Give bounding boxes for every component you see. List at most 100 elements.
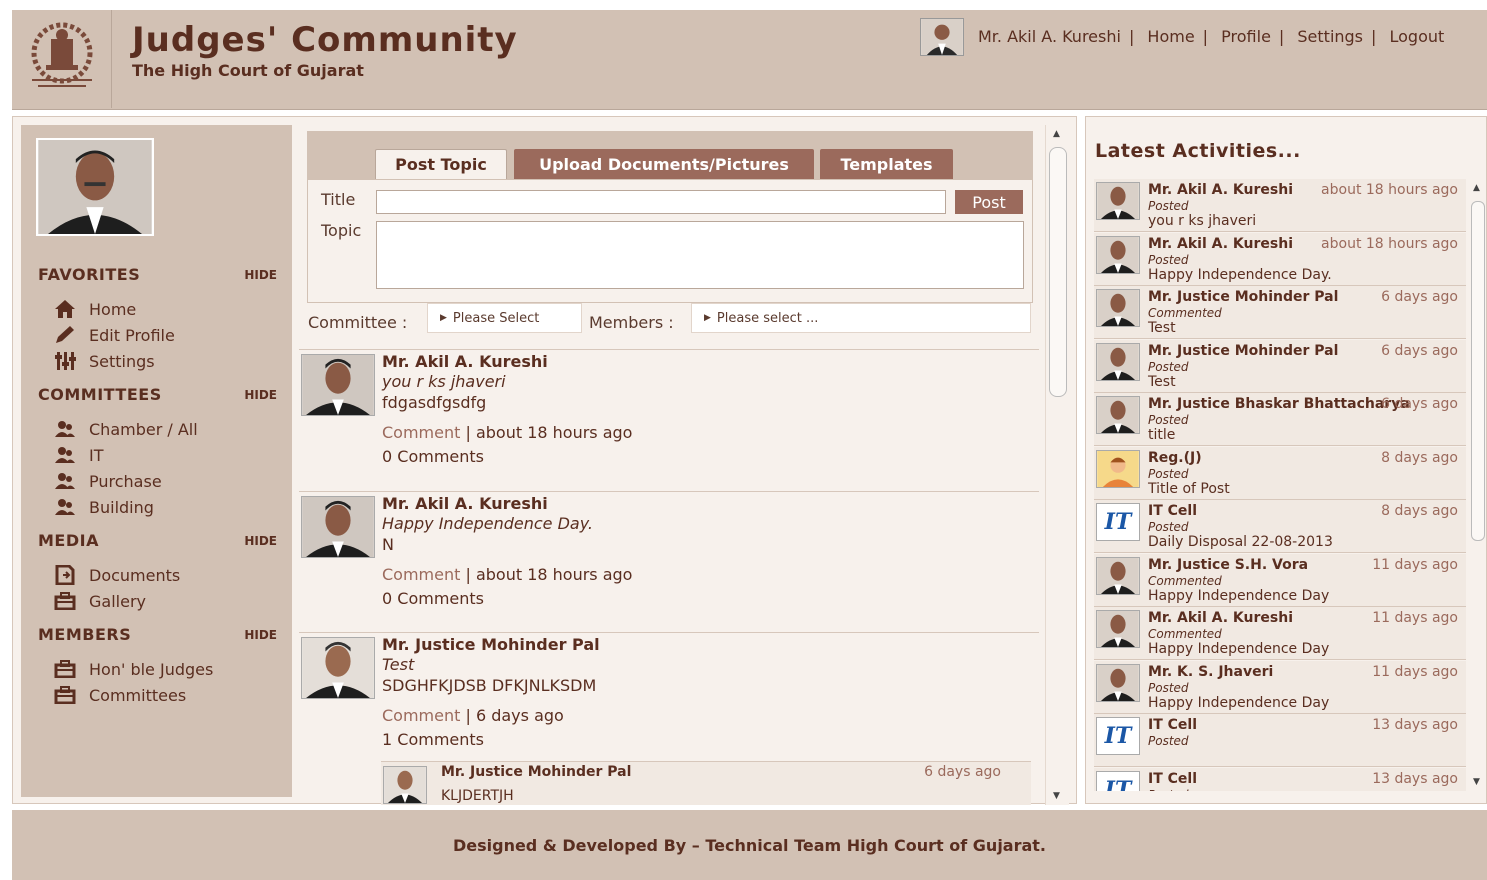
activity-avatar[interactable]: IT bbox=[1096, 503, 1140, 541]
sidebar-item-label: Edit Profile bbox=[89, 325, 175, 345]
activity-avatar[interactable] bbox=[1096, 235, 1140, 274]
activity-avatar[interactable] bbox=[1096, 289, 1140, 327]
committee-select[interactable]: ▶ Please Select bbox=[427, 303, 582, 333]
nav-profile-link[interactable]: Profile bbox=[1221, 27, 1271, 46]
sidebar-item-building[interactable]: Building bbox=[53, 497, 154, 517]
sidebar-item-honble-judges[interactable]: Hon' ble Judges bbox=[53, 659, 213, 679]
activity-name[interactable]: IT Cell bbox=[1148, 503, 1197, 519]
activity-item[interactable]: Reg.(J) 8 days ago Posted Title of Post bbox=[1094, 446, 1466, 500]
author-avatar[interactable] bbox=[301, 496, 375, 558]
nav-settings-link[interactable]: Settings bbox=[1297, 27, 1363, 46]
members-label: Members : bbox=[589, 313, 674, 332]
title-label: Title bbox=[321, 190, 356, 209]
members-heading: MEMBERS bbox=[38, 625, 132, 644]
activity-name[interactable]: Mr. Akil A. Kureshi bbox=[1148, 182, 1293, 198]
activity-item[interactable]: Mr. K. S. Jhaveri 11 days ago Posted Happy … bbox=[1094, 660, 1466, 714]
users-icon bbox=[53, 497, 77, 517]
users-icon bbox=[53, 419, 77, 439]
activity-avatar[interactable] bbox=[1096, 610, 1140, 648]
activity-item[interactable]: Mr. Akil A. Kureshi about 18 hours ago Pos… bbox=[1094, 232, 1466, 286]
members-hide-toggle[interactable]: HIDE bbox=[244, 628, 277, 642]
topic-textarea[interactable] bbox=[376, 221, 1024, 289]
reply-avatar[interactable] bbox=[383, 766, 427, 804]
activity-name[interactable]: IT Cell bbox=[1148, 771, 1197, 787]
activity-name[interactable]: Mr. K. S. Jhaveri bbox=[1148, 664, 1273, 680]
activity-name[interactable]: Mr. Justice Bhaskar Bhattacharya bbox=[1148, 396, 1410, 412]
activity-name[interactable]: Mr. Akil A. Kureshi bbox=[1148, 610, 1293, 626]
activity-item[interactable]: Mr. Justice S.H. Vora 11 days ago Commente… bbox=[1094, 553, 1466, 607]
post-author[interactable]: Mr. Justice Mohinder Pal bbox=[382, 635, 600, 654]
activity-avatar[interactable] bbox=[1096, 396, 1140, 434]
profile-photo[interactable] bbox=[36, 138, 154, 236]
post-button[interactable]: Post bbox=[955, 190, 1023, 214]
scroll-down-icon[interactable]: ▼ bbox=[1473, 777, 1480, 787]
author-avatar[interactable] bbox=[301, 354, 375, 416]
author-avatar[interactable] bbox=[301, 637, 375, 699]
committees-hide-toggle[interactable]: HIDE bbox=[244, 388, 277, 402]
post-body: fdgasdfgsdfg bbox=[382, 393, 487, 412]
sidebar-item-documents[interactable]: Documents bbox=[53, 565, 180, 585]
activity-item[interactable]: Mr. Akil A. Kureshi about 18 hours ago Pos… bbox=[1094, 179, 1466, 232]
feed-scrollbar[interactable]: ▲ ▼ bbox=[1045, 125, 1069, 805]
comment-count[interactable]: 0 Comments bbox=[382, 589, 484, 608]
sidebar-item-settings[interactable]: Settings bbox=[53, 351, 155, 371]
sidebar-item-label: Home bbox=[89, 299, 137, 319]
sidebar-item-committees[interactable]: Committees bbox=[53, 685, 186, 705]
comment-link[interactable]: Comment bbox=[382, 706, 460, 725]
activity-name[interactable]: Mr. Akil A. Kureshi bbox=[1148, 236, 1293, 252]
activity-item[interactable]: Mr. Justice Bhaskar Bhattacharya 6 days a… bbox=[1094, 393, 1466, 446]
activity-avatar[interactable] bbox=[1096, 342, 1140, 381]
activity-avatar[interactable] bbox=[1096, 182, 1140, 220]
activity-item[interactable]: Mr. Justice Mohinder Pal 6 days ago Commen… bbox=[1094, 286, 1466, 339]
scroll-thumb[interactable] bbox=[1049, 147, 1067, 397]
user-avatar[interactable] bbox=[920, 18, 964, 56]
activity-avatar[interactable] bbox=[1096, 449, 1140, 488]
tab-templates[interactable]: Templates bbox=[820, 149, 953, 179]
activity-item[interactable]: IT IT Cell 13 days ago Posted bbox=[1094, 714, 1466, 767]
tab-upload-documents[interactable]: Upload Documents/Pictures bbox=[514, 149, 814, 179]
activity-avatar[interactable] bbox=[1096, 556, 1140, 595]
activity-item[interactable]: IT IT Cell 13 days ago Posted bbox=[1094, 767, 1466, 791]
activity-item[interactable]: IT IT Cell 8 days ago Posted Daily Disposal … bbox=[1094, 500, 1466, 553]
activity-time: 13 days ago bbox=[1372, 770, 1458, 787]
activity-avatar[interactable]: IT bbox=[1096, 717, 1140, 755]
favorites-hide-toggle[interactable]: HIDE bbox=[244, 268, 277, 282]
scroll-up-icon[interactable]: ▲ bbox=[1053, 129, 1060, 139]
activity-avatar[interactable] bbox=[1096, 663, 1140, 702]
activity-name[interactable]: Mr. Justice S.H. Vora bbox=[1148, 557, 1308, 573]
activity-item[interactable]: Mr. Justice Mohinder Pal 6 days ago Posted… bbox=[1094, 339, 1466, 393]
activity-item[interactable]: Mr. Akil A. Kureshi 11 days ago Commented H… bbox=[1094, 607, 1466, 660]
nav-home-link[interactable]: Home bbox=[1147, 27, 1194, 46]
sidebar-item-it[interactable]: IT bbox=[53, 445, 104, 465]
tab-post-topic[interactable]: Post Topic bbox=[375, 149, 507, 179]
nav-logout-link[interactable]: Logout bbox=[1390, 27, 1445, 46]
activity-avatar[interactable]: IT bbox=[1096, 770, 1140, 791]
activity-name[interactable]: Mr. Justice Mohinder Pal bbox=[1148, 343, 1338, 359]
reply-author[interactable]: Mr. Justice Mohinder Pal bbox=[441, 764, 631, 780]
activity-name[interactable]: Mr. Justice Mohinder Pal bbox=[1148, 289, 1338, 305]
sidebar-item-edit-profile[interactable]: Edit Profile bbox=[53, 325, 175, 345]
current-user-name[interactable]: Mr. Akil A. Kureshi bbox=[978, 27, 1121, 46]
comment-link[interactable]: Comment bbox=[382, 423, 460, 442]
activities-scrollbar[interactable]: ▲ ▼ bbox=[1470, 179, 1486, 791]
scroll-up-icon[interactable]: ▲ bbox=[1473, 183, 1480, 193]
scroll-thumb[interactable] bbox=[1471, 201, 1485, 541]
sidebar-item-chamber-all[interactable]: Chamber / All bbox=[53, 419, 198, 439]
main-panel: FAVORITES HIDE Home Edit Profile Setting… bbox=[12, 116, 1077, 805]
post-meta: Comment | about 18 hours ago bbox=[382, 565, 633, 584]
media-hide-toggle[interactable]: HIDE bbox=[244, 534, 277, 548]
members-select[interactable]: ▶ Please select ... bbox=[691, 303, 1031, 333]
sidebar-item-purchase[interactable]: Purchase bbox=[53, 471, 162, 491]
comment-count[interactable]: 1 Comments bbox=[382, 730, 484, 749]
post-author[interactable]: Mr. Akil A. Kureshi bbox=[382, 352, 548, 371]
title-input[interactable] bbox=[376, 190, 946, 214]
activity-name[interactable]: Reg.(J) bbox=[1148, 450, 1202, 466]
post-author[interactable]: Mr. Akil A. Kureshi bbox=[382, 494, 548, 513]
comment-count[interactable]: 0 Comments bbox=[382, 447, 484, 466]
sidebar-item-gallery[interactable]: Gallery bbox=[53, 591, 146, 611]
scroll-down-icon[interactable]: ▼ bbox=[1053, 791, 1060, 801]
sidebar-item-home[interactable]: Home bbox=[53, 299, 136, 319]
comment-link[interactable]: Comment bbox=[382, 565, 460, 584]
activity-name[interactable]: IT Cell bbox=[1148, 717, 1197, 733]
court-emblem-logo[interactable] bbox=[12, 10, 112, 108]
